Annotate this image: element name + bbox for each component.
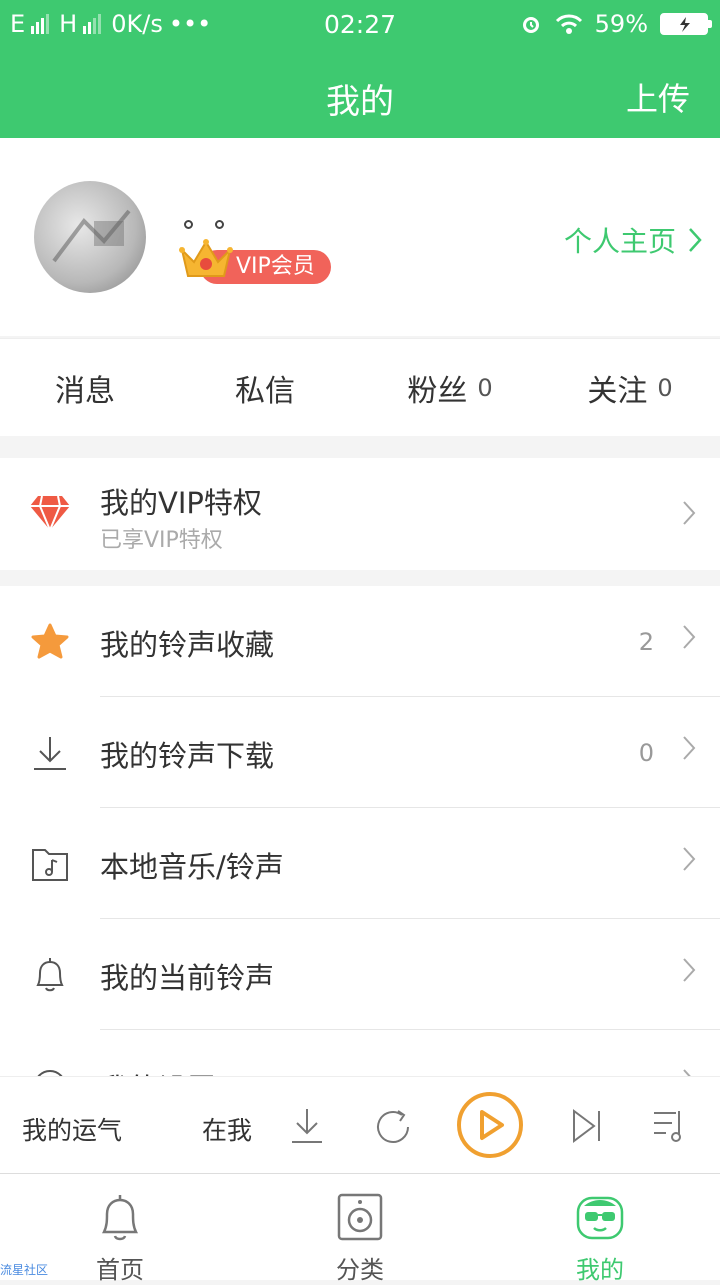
stat-following[interactable]: 关注 0 bbox=[540, 339, 720, 436]
song-artist: 在我 bbox=[202, 1116, 253, 1145]
status-bar: E H 0K/s ••• 02:27 59% bbox=[0, 0, 720, 50]
settings-icon bbox=[37, 1070, 63, 1076]
bell-tab-icon bbox=[101, 1195, 139, 1241]
speaker-icon bbox=[337, 1193, 383, 1241]
song-title: 我的运气 bbox=[22, 1116, 123, 1145]
menu-count: 0 bbox=[638, 739, 654, 767]
homepage-label: 个人主页 bbox=[563, 225, 676, 258]
battery-percent: 59% bbox=[594, 10, 648, 38]
menu-count: 2 bbox=[638, 628, 654, 656]
homepage-link[interactable]: 个人主页 bbox=[564, 220, 702, 260]
stat-count: 0 bbox=[657, 373, 673, 402]
play-button[interactable] bbox=[456, 1091, 524, 1159]
avatar[interactable] bbox=[34, 181, 146, 293]
chevron-right-icon bbox=[683, 501, 696, 525]
stat-fans[interactable]: 粉丝 0 bbox=[360, 339, 540, 436]
star-icon bbox=[31, 623, 69, 659]
stats-bar: 消息 私信 粉丝 0 关注 0 bbox=[0, 338, 720, 436]
stat-label: 关注 bbox=[587, 373, 648, 409]
stat-label: 粉丝 bbox=[407, 373, 468, 409]
diamond-icon bbox=[30, 495, 70, 531]
next-track-icon[interactable] bbox=[570, 1107, 604, 1145]
menu-item-local-music[interactable]: 本地音乐/铃声 bbox=[0, 808, 720, 919]
playlist-icon[interactable] bbox=[650, 1107, 688, 1145]
menu-label: 我的铃声收藏 bbox=[100, 628, 275, 662]
username-placeholder bbox=[184, 220, 224, 229]
crown-icon bbox=[179, 239, 233, 277]
vip-badge[interactable]: VIP会员 bbox=[178, 220, 344, 290]
chevron-right-icon bbox=[683, 1069, 691, 1076]
stat-label: 私信 bbox=[235, 373, 295, 409]
header: E H 0K/s ••• 02:27 59% 我的 上传 bbox=[0, 0, 720, 138]
alarm-icon bbox=[522, 17, 539, 33]
repeat-icon[interactable] bbox=[374, 1107, 412, 1145]
menu-item-settings[interactable]: 我的设置 bbox=[0, 1030, 720, 1076]
menu-label: 我的铃声下载 bbox=[100, 739, 275, 773]
stat-private-messages[interactable]: 私信 bbox=[180, 339, 360, 436]
bell-icon bbox=[36, 958, 64, 992]
menu-label: 本地音乐/铃声 bbox=[100, 850, 284, 884]
menu-label: 我的设置 bbox=[100, 1066, 216, 1076]
vip-privileges-subtitle: 已享VIP特权 bbox=[100, 528, 223, 553]
chevron-right-icon bbox=[689, 228, 702, 252]
tab-category[interactable]: 分类 bbox=[300, 1192, 420, 1285]
chevron-right-icon bbox=[683, 625, 696, 649]
battery-icon bbox=[660, 13, 712, 35]
tab-home[interactable]: 首页 bbox=[60, 1192, 180, 1285]
stat-label: 消息 bbox=[55, 373, 115, 409]
watermark: 流星社区 bbox=[0, 1263, 49, 1277]
mini-player: 我的运气 在我 bbox=[0, 1076, 720, 1174]
chevron-right-icon bbox=[683, 736, 696, 760]
wifi-icon bbox=[555, 14, 582, 34]
upload-button[interactable]: 上传 bbox=[626, 74, 690, 120]
tab-mine[interactable]: 我的 bbox=[540, 1192, 660, 1285]
stat-count: 0 bbox=[477, 373, 493, 402]
face-icon bbox=[576, 1196, 624, 1240]
download-icon[interactable] bbox=[290, 1107, 324, 1145]
menu-item-current-ringtone[interactable]: 我的当前铃声 bbox=[0, 919, 720, 1030]
vip-privileges-title: 我的VIP特权 bbox=[100, 486, 262, 520]
menu-item-downloads[interactable]: 我的铃声下载 0 bbox=[0, 697, 720, 808]
download-icon bbox=[34, 737, 66, 770]
stat-messages[interactable]: 消息 bbox=[0, 339, 180, 436]
page-title: 我的 bbox=[326, 82, 394, 122]
menu-item-favorites[interactable]: 我的铃声收藏 2 bbox=[0, 586, 720, 697]
chevron-right-icon bbox=[683, 847, 696, 871]
menu-label: 我的当前铃声 bbox=[100, 961, 275, 995]
vip-privileges-row[interactable]: 我的VIP特权 已享VIP特权 bbox=[0, 458, 720, 570]
menu-list: 我的铃声收藏 2 我的铃声下载 0 本地音乐/铃声 我的当前铃声 我的设置 bbox=[0, 586, 720, 1076]
tab-bar: 首页 分类 我的 流星社区 bbox=[0, 1174, 720, 1284]
music-folder-icon bbox=[32, 849, 68, 881]
profile-card: VIP会员 个人主页 bbox=[0, 138, 720, 336]
chevron-right-icon bbox=[683, 958, 696, 982]
